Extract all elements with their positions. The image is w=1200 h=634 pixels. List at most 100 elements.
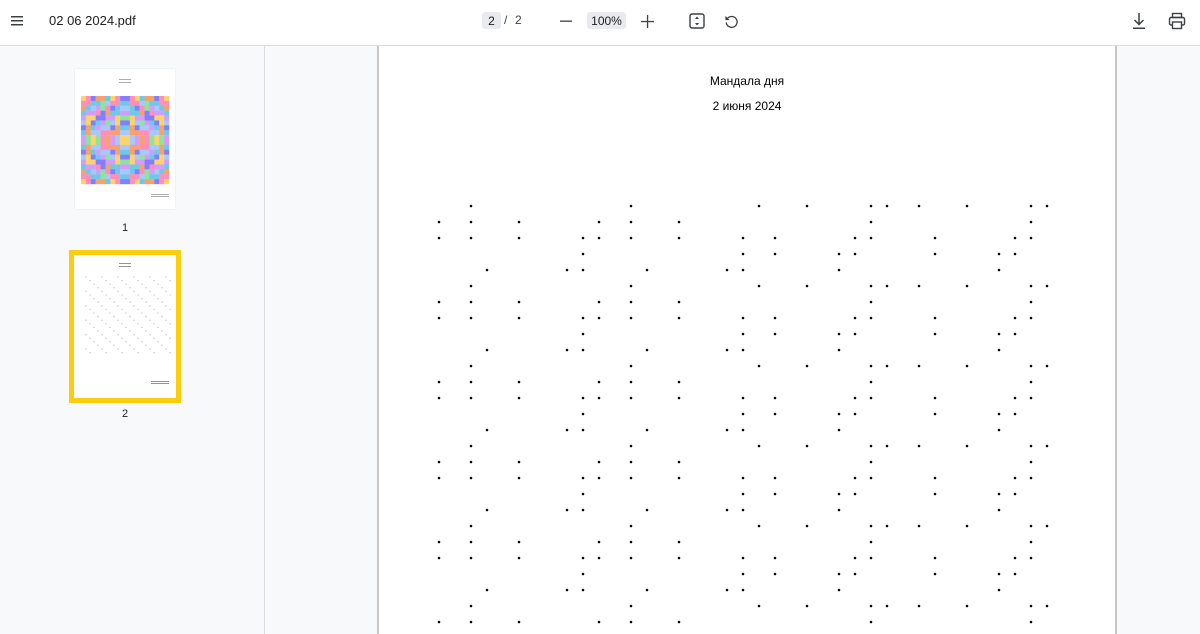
mandala-dot [485, 428, 489, 432]
thumbnail-1-tile [154, 154, 160, 160]
mandala-dot [837, 428, 841, 432]
mandala-dot [773, 396, 777, 400]
thumbnail-2-preview [85, 263, 171, 384]
thumbnail-2-dot [137, 351, 139, 354]
mandala-dot [437, 460, 441, 464]
thumbnail-1-tile [164, 140, 170, 146]
page-thumbnail-2-selected[interactable] [69, 250, 181, 403]
thumbnail-1-tile [154, 144, 160, 150]
thumbnail-1-tile [129, 120, 135, 126]
mandala-dot [853, 412, 857, 416]
thumbnail-1-preview [81, 79, 170, 197]
pdf-page-2: Мандала дня 2 июня 2024 [377, 46, 1117, 634]
thumbnail-1-tile [154, 100, 160, 106]
page-thumbnail-1[interactable] [75, 69, 175, 209]
zoom-in-button[interactable] [638, 11, 656, 31]
mandala-dot [485, 588, 489, 592]
mandala-dot [1029, 524, 1033, 528]
zoom-out-button[interactable] [558, 11, 574, 31]
mandala-dot [469, 204, 473, 208]
thumbnail-1-tile [85, 120, 91, 126]
thumbnail-2-dot [101, 348, 103, 350]
thumbnail-1-tile [144, 159, 150, 165]
mandala-dot [629, 316, 633, 320]
thumbnail-1-tile [164, 154, 170, 160]
thumbnail-2-dot [89, 337, 91, 339]
mandala-dot [581, 316, 585, 320]
thumbnail-2-dot [89, 351, 91, 354]
thumbnail-1-tile [144, 135, 150, 141]
thumbnail-2-dot [125, 297, 127, 300]
thumbnail-2-dot [85, 290, 87, 293]
thumbnail-2-dot [153, 351, 155, 354]
thumbnail-1-tile [164, 125, 170, 131]
mandala-dot [837, 588, 841, 592]
thumbnail-1-tile [149, 164, 155, 170]
thumbnail-1-tile [120, 164, 126, 170]
mandala-dot [1029, 300, 1033, 304]
mandala-dot [677, 316, 681, 320]
mandala-dot [437, 620, 441, 624]
thumbnail-1-tile [110, 159, 116, 165]
mandala-dot [837, 412, 841, 416]
mandala-dot [629, 396, 633, 400]
thumbnail-2-dot [109, 326, 111, 329]
mandala-dot [741, 572, 745, 576]
thumbnail-1-tile [144, 130, 150, 136]
thumbnail-1-tile [100, 135, 106, 141]
mandala-dot [837, 332, 841, 336]
thumbnail-1-tile [159, 169, 165, 175]
thumbnail-1-tile [120, 174, 126, 180]
download-button[interactable] [1130, 9, 1148, 33]
thumbnail-1-tile [164, 169, 170, 175]
page-number-input[interactable]: 2 [482, 12, 501, 29]
thumbnail-2-dot [153, 279, 155, 282]
thumbnail-1-tile [139, 154, 145, 160]
mandala-dot [469, 620, 473, 624]
thumbnail-1-tile [105, 144, 111, 150]
mandala-dot [629, 380, 633, 384]
thumbnail-1-tile [100, 100, 106, 106]
mandala-dot [1029, 460, 1033, 464]
mandala-dot [581, 572, 585, 576]
thumbnail-2-dot [169, 323, 171, 325]
thumbnail-2-dot [165, 348, 167, 350]
zoom-level-input[interactable]: 100% [587, 12, 626, 29]
thumbnail-1-tile [105, 164, 111, 170]
thumbnail-1-tile [164, 135, 170, 141]
mandala-dot [517, 396, 521, 400]
thumbnail-1-tile [81, 179, 87, 185]
thumbnail-2-dot [105, 279, 107, 282]
hamburger-menu-icon[interactable] [8, 11, 26, 31]
thumbnail-1-tile [125, 125, 131, 131]
thumbnail-1-tile [134, 159, 140, 165]
thumbnail-1-tile [149, 135, 155, 141]
print-button[interactable] [1166, 9, 1188, 33]
thumbnail-1-tile [90, 100, 96, 106]
thumbnail-1-tile [90, 120, 96, 126]
thumbnail-1-tile [159, 120, 165, 126]
thumbnail-1-tile [85, 115, 91, 121]
rotate-button[interactable] [722, 10, 740, 32]
thumbnail-2-dot [125, 341, 127, 343]
thumbnail-1-tile [110, 100, 116, 106]
fit-to-page-button[interactable] [687, 10, 707, 32]
thumbnail-1-tile [139, 130, 145, 136]
thumbnail-1-tile [144, 115, 150, 121]
thumbnail-2-dot [137, 308, 139, 311]
mandala-dot [597, 556, 601, 560]
mandala-dot [869, 300, 873, 304]
thumbnail-2-dot [93, 326, 95, 329]
mandala-dot [933, 332, 937, 336]
mandala-dot [645, 508, 649, 512]
mandala-dot [581, 252, 585, 256]
thumbnail-1-tile [110, 149, 116, 155]
thumbnail-1-tile [154, 125, 160, 131]
thumbnail-1-tile [90, 105, 96, 111]
mandala-dot [741, 316, 745, 320]
mandala-dot [741, 492, 745, 496]
minus-icon [560, 20, 572, 22]
thumbnail-1-tile [144, 140, 150, 146]
document-viewer[interactable]: Мандала дня 2 июня 2024 [265, 46, 1200, 634]
mandala-dot [1029, 236, 1033, 240]
